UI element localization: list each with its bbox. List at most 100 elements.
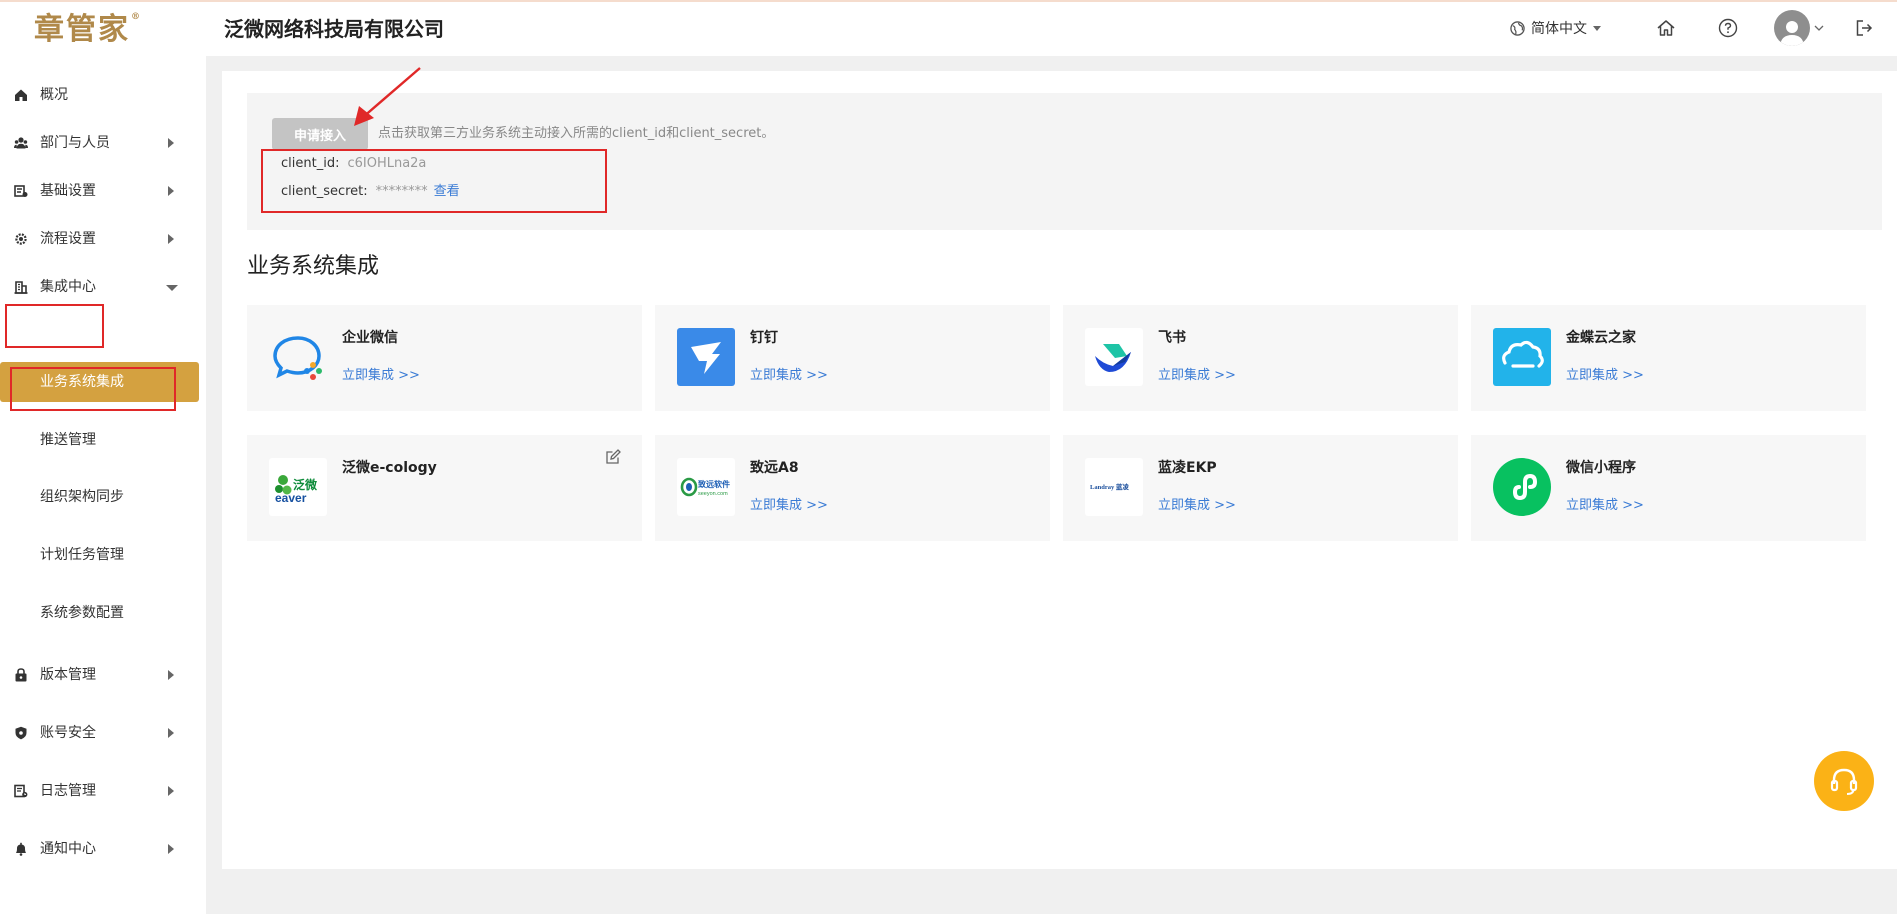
integration-card-feishu[interactable]: 飞书 立即集成 >> bbox=[1063, 305, 1458, 411]
sidebar-item-overview[interactable]: 概况 bbox=[0, 75, 206, 115]
integration-card-wecom[interactable]: 企业微信 立即集成 >> bbox=[247, 305, 642, 411]
sidebar-subitem-label: 推送管理 bbox=[40, 432, 96, 448]
sidebar-item-version-management[interactable]: 版本管理 bbox=[0, 655, 206, 695]
caret-down-icon bbox=[1593, 25, 1601, 31]
sidebar-item-basic-settings[interactable]: 基础设置 bbox=[0, 171, 206, 211]
customer-service-button[interactable] bbox=[1814, 751, 1874, 811]
card-title: 企业微信 bbox=[342, 330, 398, 346]
seeyon-logo-subtext: seeyon.com bbox=[698, 491, 728, 497]
caret-right-icon bbox=[168, 844, 174, 854]
sidebar-item-integration-center[interactable]: 集成中心 bbox=[0, 267, 206, 307]
headset-icon bbox=[1830, 768, 1858, 795]
bell-icon bbox=[14, 842, 28, 856]
chevron-down-icon bbox=[1814, 25, 1824, 31]
sidebar-item-label: 集成中心 bbox=[40, 279, 96, 295]
landray-logo-text: Landray 蓝凌 bbox=[1090, 482, 1129, 491]
weaver-logo-text: 泛微 bbox=[293, 477, 318, 492]
integrate-now-link[interactable]: 立即集成 >> bbox=[1566, 366, 1644, 386]
client-id-label: client_id: bbox=[281, 156, 340, 171]
integrate-now-link[interactable]: 立即集成 >> bbox=[342, 366, 420, 386]
annotation-arrow bbox=[354, 67, 421, 126]
sidebar-subitem-push-management[interactable]: 推送管理 bbox=[0, 420, 206, 460]
app-logo-mark: ® bbox=[131, 12, 142, 22]
section-title: 业务系统集成 bbox=[247, 254, 380, 279]
sidebar-subitem-label: 系统参数配置 bbox=[40, 605, 124, 621]
integration-card-wechat-miniprogram[interactable]: 微信小程序 立即集成 >> bbox=[1471, 435, 1866, 541]
app-logo-text: 章管家 bbox=[34, 12, 130, 47]
dingtalk-icon bbox=[677, 328, 735, 386]
shield-icon bbox=[14, 726, 28, 740]
landray-icon: Landray 蓝凌 bbox=[1085, 458, 1143, 516]
view-secret-link[interactable]: 查看 bbox=[434, 184, 460, 199]
card-title: 钉钉 bbox=[750, 330, 778, 346]
caret-right-icon bbox=[168, 138, 174, 148]
card-title: 蓝凌EKP bbox=[1158, 460, 1217, 476]
card-title: 微信小程序 bbox=[1566, 460, 1636, 476]
edit-icon[interactable] bbox=[605, 449, 621, 465]
logout-button[interactable] bbox=[1850, 14, 1878, 42]
client-secret-row: client_secret: ******** 查看 bbox=[281, 182, 460, 202]
integrate-now-link[interactable]: 立即集成 >> bbox=[1566, 496, 1644, 516]
logout-icon bbox=[1856, 20, 1873, 36]
language-selector[interactable]: 简体中文 bbox=[1510, 16, 1601, 40]
feishu-icon bbox=[1085, 328, 1143, 386]
caret-right-icon bbox=[168, 234, 174, 244]
sidebar-subitem-org-sync[interactable]: 组织架构同步 bbox=[0, 477, 206, 517]
access-info-panel: 申请接入 点击获取第三方业务系统主动接入所需的client_id和client_… bbox=[247, 93, 1882, 230]
sidebar-item-label: 账号安全 bbox=[40, 725, 96, 741]
card-title: 飞书 bbox=[1158, 330, 1186, 346]
integrate-now-link[interactable]: 立即集成 >> bbox=[750, 366, 828, 386]
users-icon bbox=[14, 136, 28, 150]
client-id-row: client_id: c6IOHLna2a bbox=[281, 154, 426, 174]
card-title: 泛微e-cology bbox=[342, 460, 437, 476]
weaver-icon: 泛微 eaver bbox=[269, 458, 327, 516]
wechat-miniprogram-icon bbox=[1493, 458, 1551, 516]
kingdee-cloud-icon bbox=[1493, 328, 1551, 386]
avatar bbox=[1774, 10, 1810, 46]
main-panel: 申请接入 点击获取第三方业务系统主动接入所需的client_id和client_… bbox=[222, 71, 1897, 869]
sidebar-subitem-label: 计划任务管理 bbox=[40, 547, 124, 563]
sidebar-item-departments[interactable]: 部门与人员 bbox=[0, 123, 206, 163]
settings-list-icon bbox=[14, 184, 28, 198]
user-menu[interactable] bbox=[1774, 8, 1824, 48]
help-button[interactable] bbox=[1714, 14, 1742, 42]
sidebar-subitem-business-integration[interactable]: 业务系统集成 bbox=[0, 362, 199, 402]
caret-right-icon bbox=[168, 670, 174, 680]
integration-card-kingdee[interactable]: 金蝶云之家 立即集成 >> bbox=[1471, 305, 1866, 411]
client-secret-label: client_secret: bbox=[281, 184, 368, 199]
card-title: 致远A8 bbox=[750, 460, 799, 476]
seeyon-logo-text: 致远软件 bbox=[698, 479, 730, 489]
caret-right-icon bbox=[168, 186, 174, 196]
home-button[interactable] bbox=[1652, 14, 1680, 42]
help-icon bbox=[1718, 18, 1738, 38]
integrate-now-link[interactable]: 立即集成 >> bbox=[1158, 496, 1236, 516]
sidebar-item-label: 概况 bbox=[40, 87, 68, 103]
company-name: 泛微网络科技局有限公司 bbox=[224, 17, 444, 41]
sidebar-item-account-security[interactable]: 账号安全 bbox=[0, 713, 206, 753]
sidebar-item-notification-center[interactable]: 通知中心 bbox=[0, 829, 206, 869]
sidebar-subitem-label: 业务系统集成 bbox=[40, 374, 124, 390]
integration-card-seeyon[interactable]: 致远软件 seeyon.com 致远A8 立即集成 >> bbox=[655, 435, 1050, 541]
integrate-now-link[interactable]: 立即集成 >> bbox=[1158, 366, 1236, 386]
user-icon bbox=[1780, 21, 1804, 46]
integration-card-dingtalk[interactable]: 钉钉 立即集成 >> bbox=[655, 305, 1050, 411]
sidebar-item-label: 版本管理 bbox=[40, 667, 96, 683]
client-secret-value: ******** bbox=[375, 184, 428, 199]
weaver-logo-subtext: eaver bbox=[275, 491, 307, 505]
app-logo[interactable]: 章管家® bbox=[34, 10, 142, 50]
caret-down-icon bbox=[166, 285, 178, 291]
apply-hint-text: 点击获取第三方业务系统主动接入所需的client_id和client_secre… bbox=[378, 126, 775, 141]
sidebar-item-label: 日志管理 bbox=[40, 783, 96, 799]
lock-icon bbox=[14, 668, 28, 682]
gear-icon bbox=[14, 232, 28, 246]
integration-card-landray[interactable]: Landray 蓝凌 蓝凌EKP 立即集成 >> bbox=[1063, 435, 1458, 541]
integrate-now-link[interactable]: 立即集成 >> bbox=[750, 496, 828, 516]
seeyon-icon: 致远软件 seeyon.com bbox=[677, 458, 735, 516]
sidebar-item-workflow-settings[interactable]: 流程设置 bbox=[0, 219, 206, 259]
integration-card-weaver[interactable]: 泛微 eaver 泛微e-cology bbox=[247, 435, 642, 541]
sidebar-subitem-system-params[interactable]: 系统参数配置 bbox=[0, 593, 206, 633]
building-icon bbox=[14, 280, 28, 294]
globe-icon bbox=[1510, 20, 1525, 36]
sidebar-item-log-management[interactable]: 日志管理 bbox=[0, 771, 206, 811]
sidebar-subitem-scheduled-tasks[interactable]: 计划任务管理 bbox=[0, 535, 206, 575]
